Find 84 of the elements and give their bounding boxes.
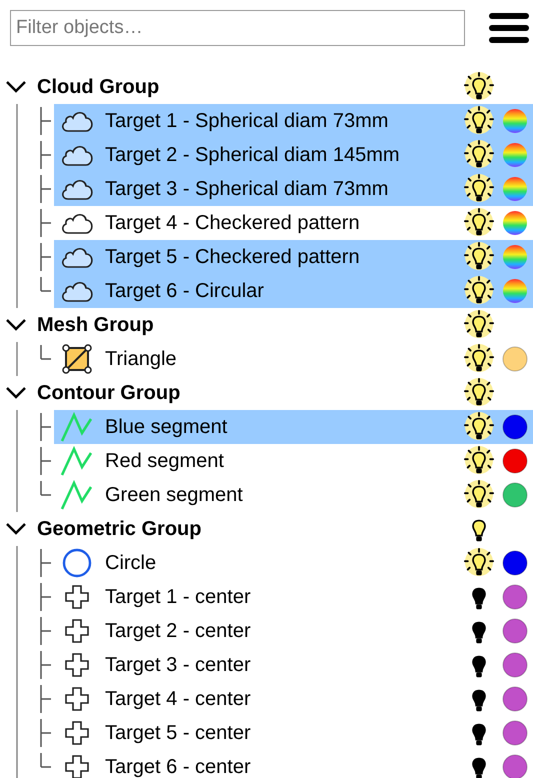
- item-label: Target 3 - center: [105, 654, 251, 676]
- lit-bulb-icon[interactable]: [464, 480, 494, 510]
- tree-item[interactable]: Target 3 - center: [54, 648, 533, 682]
- lit-bulb-icon[interactable]: [464, 446, 494, 476]
- lit-bulb-icon[interactable]: [464, 344, 494, 374]
- cross-icon: [64, 652, 90, 678]
- tree-item[interactable]: Target 1 - Spherical diam 73mm: [54, 104, 533, 138]
- color-scale-icon[interactable]: [502, 142, 528, 168]
- tree-item[interactable]: Green segment: [54, 478, 533, 512]
- circle-icon: [62, 548, 92, 578]
- lit-bulb-icon[interactable]: [464, 276, 494, 306]
- chevron-icon[interactable]: [5, 80, 27, 94]
- tree-item[interactable]: Target 2 - Spherical diam 145mm: [54, 138, 533, 172]
- item-label: Target 5 - Checkered pattern: [105, 246, 360, 268]
- item-label: Target 1 - center: [105, 586, 251, 608]
- color-scale-icon[interactable]: [502, 278, 528, 304]
- color-scale-icon[interactable]: [502, 210, 528, 236]
- lit-bulb-icon[interactable]: [464, 378, 494, 408]
- item-label: Target 6 - center: [105, 756, 251, 778]
- group-label[interactable]: Cloud Group: [37, 76, 160, 98]
- tree-item[interactable]: Red segment: [54, 444, 533, 478]
- chevron-icon[interactable]: [5, 522, 27, 536]
- tree-item[interactable]: Circle: [54, 546, 533, 580]
- color-scale-icon[interactable]: [502, 176, 528, 202]
- lit-bulb-icon[interactable]: [464, 208, 494, 238]
- cross-icon: [64, 584, 90, 610]
- lit-bulb-icon[interactable]: [464, 242, 494, 272]
- lit-bulb-icon[interactable]: [464, 310, 494, 340]
- tree-item[interactable]: Target 5 - center: [54, 716, 533, 750]
- tree-item[interactable]: Target 6 - Circular: [54, 274, 533, 308]
- group-label[interactable]: Mesh Group: [37, 314, 154, 336]
- color-dot[interactable]: [502, 618, 528, 644]
- menu-icon[interactable]: [488, 10, 530, 46]
- group-label[interactable]: Contour Group: [37, 382, 180, 404]
- color-dot[interactable]: [502, 652, 528, 678]
- item-label: Target 3 - Spherical diam 73mm: [105, 178, 388, 200]
- item-label: Target 4 - Checkered pattern: [105, 212, 360, 234]
- lit-bulb-icon[interactable]: [464, 106, 494, 136]
- color-scale-icon[interactable]: [502, 244, 528, 270]
- color-scale-icon[interactable]: [502, 108, 528, 134]
- item-label: Target 1 - Spherical diam 73mm: [105, 110, 388, 132]
- tree-item[interactable]: Target 2 - center: [54, 614, 533, 648]
- tree-item[interactable]: Target 6 - center: [54, 750, 533, 778]
- tree-item[interactable]: Target 5 - Checkered pattern: [54, 240, 533, 274]
- item-label: Target 4 - center: [105, 688, 251, 710]
- tree-item[interactable]: Target 4 - Checkered pattern: [54, 206, 533, 240]
- tree-item[interactable]: Triangle: [54, 342, 533, 376]
- cross-icon: [64, 686, 90, 712]
- cross-icon: [64, 720, 90, 746]
- group-label[interactable]: Geometric Group: [37, 518, 202, 540]
- item-label: Green segment: [105, 484, 243, 506]
- lit-bulb-icon[interactable]: [464, 548, 494, 578]
- color-dot[interactable]: [502, 448, 528, 474]
- polyline-icon: [60, 411, 94, 443]
- item-label: Circle: [105, 552, 156, 574]
- filter-field[interactable]: Filter objects…: [10, 10, 465, 46]
- lit-bulb-icon[interactable]: [464, 412, 494, 442]
- lit-bulb-icon[interactable]: [464, 174, 494, 204]
- mesh-icon: [62, 344, 92, 374]
- item-label: Target 2 - center: [105, 620, 251, 642]
- tree-item[interactable]: Target 3 - Spherical diam 73mm: [54, 172, 533, 206]
- item-label: Target 5 - center: [105, 722, 251, 744]
- chevron-icon[interactable]: [5, 318, 27, 332]
- item-label: Triangle: [105, 348, 177, 370]
- color-dot[interactable]: [502, 550, 528, 576]
- lit-bulb-icon[interactable]: [464, 140, 494, 170]
- tree-item[interactable]: Target 1 - center: [54, 580, 533, 614]
- item-label: Red segment: [105, 450, 224, 472]
- polyline-icon: [60, 479, 94, 511]
- lit-bulb-icon[interactable]: [464, 72, 494, 102]
- color-dot[interactable]: [502, 584, 528, 610]
- chevron-icon[interactable]: [5, 386, 27, 400]
- color-dot[interactable]: [502, 414, 528, 440]
- color-dot[interactable]: [502, 482, 528, 508]
- tree-item[interactable]: Target 4 - center: [54, 682, 533, 716]
- color-dot[interactable]: [502, 346, 528, 372]
- polyline-icon: [60, 445, 94, 477]
- color-dot[interactable]: [502, 720, 528, 746]
- item-label: Blue segment: [105, 416, 228, 438]
- color-dot[interactable]: [502, 686, 528, 712]
- item-label: Target 2 - Spherical diam 145mm: [105, 144, 400, 166]
- tree-item[interactable]: Blue segment: [54, 410, 533, 444]
- item-label: Target 6 - Circular: [105, 280, 264, 302]
- cross-icon: [64, 618, 90, 644]
